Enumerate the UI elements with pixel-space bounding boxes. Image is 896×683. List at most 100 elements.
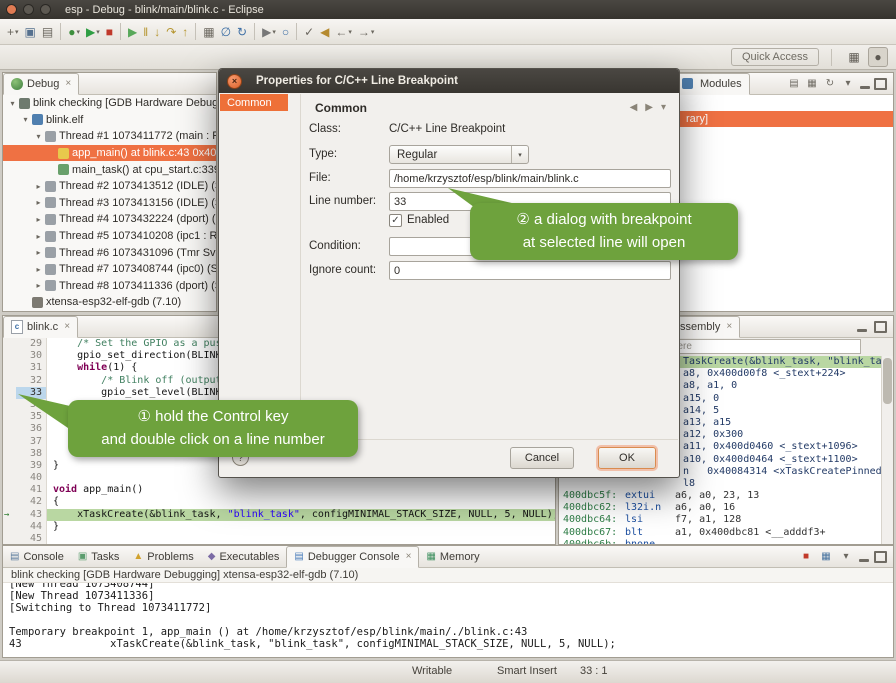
line-number[interactable]: 41 <box>16 484 47 496</box>
cancel-button[interactable]: Cancel <box>510 447 574 469</box>
scrollbar-thumb[interactable] <box>883 358 892 404</box>
breakpoint-gutter[interactable] <box>3 496 16 508</box>
search-button[interactable]: ○ <box>279 22 292 42</box>
debug-tree-item[interactable]: ▾blink.elf <box>3 112 216 129</box>
skip-all-breakpoints-button[interactable]: ∅ <box>218 22 234 42</box>
expander-icon[interactable]: ▸ <box>33 215 44 224</box>
restart-button[interactable]: ↻ <box>234 22 250 42</box>
minimize-icon[interactable] <box>859 559 869 562</box>
open-console-icon[interactable]: ▦ <box>818 549 834 565</box>
breakpoint-gutter[interactable] <box>3 460 16 472</box>
refresh-icon[interactable]: ↻ <box>822 76 838 92</box>
tab-debugger-console[interactable]: ▤Debugger Console× <box>286 546 419 568</box>
type-select[interactable]: Regular ▾ <box>389 145 529 164</box>
debug-tree-item[interactable]: app_main() at blink.c:43 0x400db <box>3 145 216 162</box>
debug-tree-item[interactable]: ▸Thread #4 1073432224 (dport) (Sus <box>3 211 216 228</box>
breakpoint-gutter[interactable] <box>3 375 16 387</box>
debug-perspective-button[interactable]: ● <box>868 47 888 67</box>
instruction-pointer-gutter[interactable] <box>3 509 16 521</box>
ok-button[interactable]: OK <box>598 447 656 469</box>
view-menu-icon[interactable]: ▾ <box>840 76 856 92</box>
maximize-icon[interactable] <box>874 78 887 90</box>
dialog-close-icon[interactable]: × <box>227 74 242 89</box>
close-icon[interactable]: × <box>64 321 70 332</box>
forward-icon[interactable]: ▶ <box>645 102 653 113</box>
disassembly-scrollbar[interactable] <box>881 356 893 544</box>
tab-modules[interactable]: Modules <box>673 73 750 95</box>
ignore-count-field[interactable] <box>389 261 671 280</box>
code-line[interactable] <box>47 533 555 544</box>
line-number[interactable]: 38 <box>16 448 47 460</box>
forward-button[interactable]: →▾ <box>355 22 378 42</box>
terminate-console-icon[interactable]: ■ <box>798 549 814 565</box>
line-number[interactable]: 44 <box>16 521 47 533</box>
breakpoint-gutter[interactable] <box>3 521 16 533</box>
line-number[interactable]: 43 <box>16 509 47 521</box>
debug-tree-item[interactable]: ▾Thread #1 1073411772 (main : Runn <box>3 128 216 145</box>
annotations-button[interactable]: ✓ <box>301 22 317 42</box>
line-number[interactable]: 32 <box>16 375 47 387</box>
step-into-button[interactable]: ↓ <box>151 22 163 42</box>
expander-icon[interactable]: ▾ <box>33 132 44 141</box>
breakpoint-gutter[interactable] <box>3 338 16 350</box>
tab-memory[interactable]: ▦Memory <box>419 546 486 568</box>
expander-icon[interactable]: ▾ <box>7 99 18 108</box>
expander-icon[interactable]: ▸ <box>33 198 44 207</box>
debug-button[interactable]: ●▾ <box>65 22 83 42</box>
breakpoint-gutter[interactable] <box>3 472 16 484</box>
breakpoint-gutter[interactable] <box>3 362 16 374</box>
tab-console[interactable]: ▤Console <box>3 546 71 568</box>
breakpoint-gutter[interactable] <box>3 436 16 448</box>
external-tools-button[interactable]: ▶▾ <box>259 22 279 42</box>
console-output[interactable]: [New Thread 1073408744][New Thread 10734… <box>3 583 893 657</box>
debug-tree-item[interactable]: xtensa-esp32-elf-gdb (7.10) <box>3 294 216 311</box>
line-number[interactable]: 42 <box>16 496 47 508</box>
step-return-button[interactable]: ↑ <box>179 22 191 42</box>
breakpoint-gutter[interactable] <box>3 484 16 496</box>
tab-tasks[interactable]: ▣Tasks <box>71 546 127 568</box>
new-button[interactable]: +▾ <box>4 22 22 42</box>
line-number[interactable]: 39 <box>16 460 47 472</box>
breakpoint-gutter[interactable] <box>3 533 16 544</box>
expander-icon[interactable]: ▸ <box>33 182 44 191</box>
terminate-button[interactable]: ■ <box>103 22 116 42</box>
code-line[interactable]: xTaskCreate(&blink_task, "blink_task", c… <box>47 509 555 521</box>
suspend-button[interactable]: ‖ <box>140 22 151 42</box>
breakpoint-gutter[interactable] <box>3 448 16 460</box>
expander-icon[interactable]: ▸ <box>33 248 44 257</box>
window-maximize-icon[interactable] <box>40 4 51 15</box>
expander-icon[interactable]: ▾ <box>20 115 31 124</box>
debug-tree-item[interactable]: ▸Thread #5 1073410208 (ipc1 : Runni <box>3 228 216 245</box>
run-button[interactable]: ▶▾ <box>83 22 103 42</box>
maximize-icon[interactable] <box>874 321 887 333</box>
expander-icon[interactable]: ▸ <box>33 281 44 290</box>
debug-tree-item[interactable]: ▸Thread #6 1073431096 (Tmr Svc) (S <box>3 244 216 261</box>
disassembly-line[interactable]: 400dbc64:lsif7, a1, 128 <box>559 514 893 526</box>
disassembly-line[interactable]: 400dbc67:blta1, 0x400dbc81 <__adddf3+ <box>559 527 893 539</box>
code-line[interactable]: void app_main() <box>47 484 555 496</box>
disassembly-line[interactable]: l8 <box>559 478 893 490</box>
line-number[interactable]: 45 <box>16 533 47 544</box>
expander-icon[interactable]: ▸ <box>33 232 44 241</box>
tab-blink-c[interactable]: blink.c × <box>3 316 78 338</box>
line-number[interactable]: 30 <box>16 350 47 362</box>
window-minimize-icon[interactable] <box>23 4 34 15</box>
debug-tree-item[interactable]: ▾blink checking [GDB Hardware Debug <box>3 95 216 112</box>
close-icon[interactable]: × <box>65 78 71 89</box>
debug-tree-item[interactable]: ▸Thread #3 1073413156 (IDLE) (Susp <box>3 195 216 212</box>
debug-tree-item[interactable]: main_task() at cpu_start.c:339 0x4 <box>3 161 216 178</box>
close-icon[interactable]: × <box>406 551 412 562</box>
debug-tree-item[interactable]: ▸Thread #7 1073408744 (ipc0) (Susp <box>3 261 216 278</box>
tab-executables[interactable]: ◆Executables <box>201 546 287 568</box>
minimize-icon[interactable] <box>857 329 867 332</box>
maximize-icon[interactable] <box>874 551 887 563</box>
back-icon[interactable]: ◀ <box>630 102 638 113</box>
dialog-category-common[interactable]: Common <box>220 94 288 111</box>
minimize-icon[interactable] <box>860 86 870 89</box>
disassembly-line[interactable]: 400dbc6b:bnone <box>559 539 893 544</box>
tab-problems[interactable]: ▲Problems <box>126 546 200 568</box>
close-icon[interactable]: × <box>726 321 732 332</box>
line-number[interactable]: 40 <box>16 472 47 484</box>
code-line[interactable]: { <box>47 496 555 508</box>
print-button[interactable]: ▤ <box>39 22 56 42</box>
